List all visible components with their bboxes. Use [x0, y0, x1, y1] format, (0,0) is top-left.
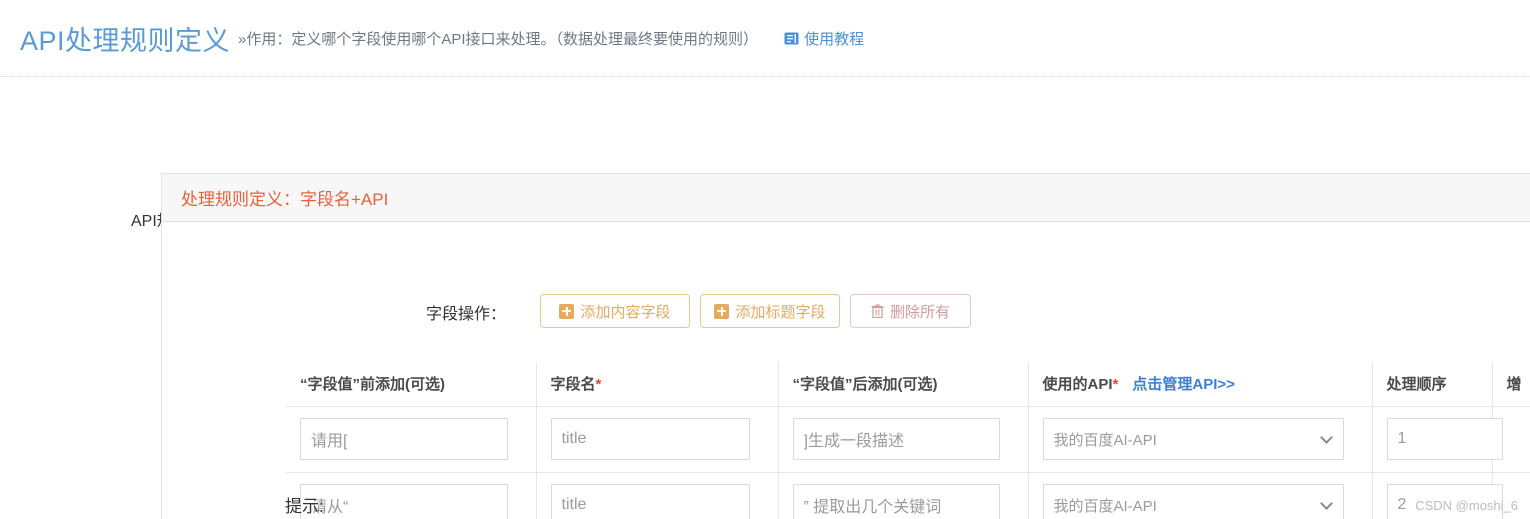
- add-content-field-label: 添加内容字段: [580, 303, 671, 321]
- field-name-input[interactable]: [550, 418, 750, 460]
- tutorial-link-label: 使用教程: [804, 30, 865, 48]
- column-header-api-text: 使用的API: [1042, 376, 1113, 394]
- tutorial-link[interactable]: 使用教程: [784, 28, 864, 49]
- cell-suffix: [778, 406, 1029, 473]
- api-select[interactable]: 我的百度AI-API: [1042, 484, 1344, 519]
- panel-body: 字段操作： 添加内容字段 添加标题字段 删除所有 “字段值”前添加(可选) 字段…: [162, 222, 1530, 519]
- suffix-input[interactable]: [792, 418, 1000, 460]
- chevron-down-icon: [1319, 497, 1333, 510]
- field-ops-label: 字段操作：: [426, 306, 507, 323]
- delete-all-label: 删除所有: [889, 303, 950, 321]
- delete-all-button[interactable]: 删除所有: [850, 294, 971, 328]
- column-header-prefix: “字段值”前添加(可选): [286, 362, 537, 407]
- field-name-input[interactable]: [550, 484, 750, 519]
- api-select-value: 我的百度AI-API: [1053, 497, 1157, 515]
- add-title-field-button[interactable]: 添加标题字段: [700, 294, 840, 328]
- order-input[interactable]: [1386, 418, 1503, 460]
- add-content-field-button[interactable]: 添加内容字段: [540, 294, 690, 328]
- plus-square-icon: [714, 303, 730, 319]
- panel-header: 处理规则定义：字段名+API: [162, 174, 1530, 222]
- cell-suffix: [778, 472, 1029, 519]
- page-title: API处理规则定义: [20, 25, 231, 56]
- table-header-row: “字段值”前添加(可选) 字段名* “字段值”后添加(可选) 使用的API* 点击…: [286, 362, 1530, 407]
- top-form-row: API规则名称* 备注: [0, 95, 1530, 243]
- page-description: »作用：定义哪个字段使用哪个API接口来处理。（数据处理最终要使用的规则）: [238, 30, 759, 48]
- column-header-field-name: 字段名*: [536, 362, 779, 407]
- suffix-input[interactable]: [792, 484, 1000, 519]
- cell-field-name: [536, 472, 779, 519]
- required-marker: *: [1112, 376, 1119, 394]
- column-header-order: 处理顺序: [1372, 362, 1493, 407]
- rule-definition-panel: 处理规则定义：字段名+API 字段操作： 添加内容字段 添加标题字段 删除所有 …: [161, 173, 1530, 519]
- chevron-down-icon: [1319, 431, 1333, 444]
- cell-api: 我的百度AI-API: [1028, 472, 1373, 519]
- book-icon: [784, 32, 799, 45]
- trash-icon: [871, 304, 884, 318]
- api-select[interactable]: 我的百度AI-API: [1042, 418, 1344, 460]
- rules-table: “字段值”前添加(可选) 字段名* “字段值”后添加(可选) 使用的API* 点击…: [286, 362, 1530, 519]
- prefix-input[interactable]: [300, 418, 508, 460]
- cell-api: 我的百度AI-API: [1028, 406, 1373, 473]
- column-header-api: 使用的API* 点击管理API>>: [1028, 362, 1373, 407]
- watermark: CSDN @moshi_6: [1415, 498, 1518, 513]
- hint-label: 提示:: [285, 497, 324, 516]
- prefix-input[interactable]: [300, 484, 508, 519]
- column-header-suffix: “字段值”后添加(可选): [778, 362, 1029, 407]
- panel-title: 处理规则定义：字段名+API: [181, 190, 389, 209]
- add-title-field-label: 添加标题字段: [735, 303, 826, 321]
- page-root: API处理规则定义 »作用：定义哪个字段使用哪个API接口来处理。（数据处理最终…: [0, 0, 1530, 519]
- page-header: API处理规则定义 »作用：定义哪个字段使用哪个API接口来处理。（数据处理最终…: [0, 0, 1530, 77]
- api-select-value: 我的百度AI-API: [1053, 431, 1157, 449]
- required-marker: *: [595, 376, 602, 394]
- column-header-cut-off: 增: [1492, 362, 1530, 407]
- column-header-field-name-text: 字段名: [550, 376, 596, 394]
- plus-square-icon: [559, 303, 575, 319]
- cell-field-name: [536, 406, 779, 473]
- table-row: 我的百度AI-API: [286, 472, 1530, 519]
- manage-api-link[interactable]: 点击管理API>>: [1132, 376, 1235, 393]
- cell-prefix: [286, 406, 537, 473]
- table-row: 我的百度AI-API: [286, 406, 1530, 473]
- cell-order: [1372, 406, 1503, 473]
